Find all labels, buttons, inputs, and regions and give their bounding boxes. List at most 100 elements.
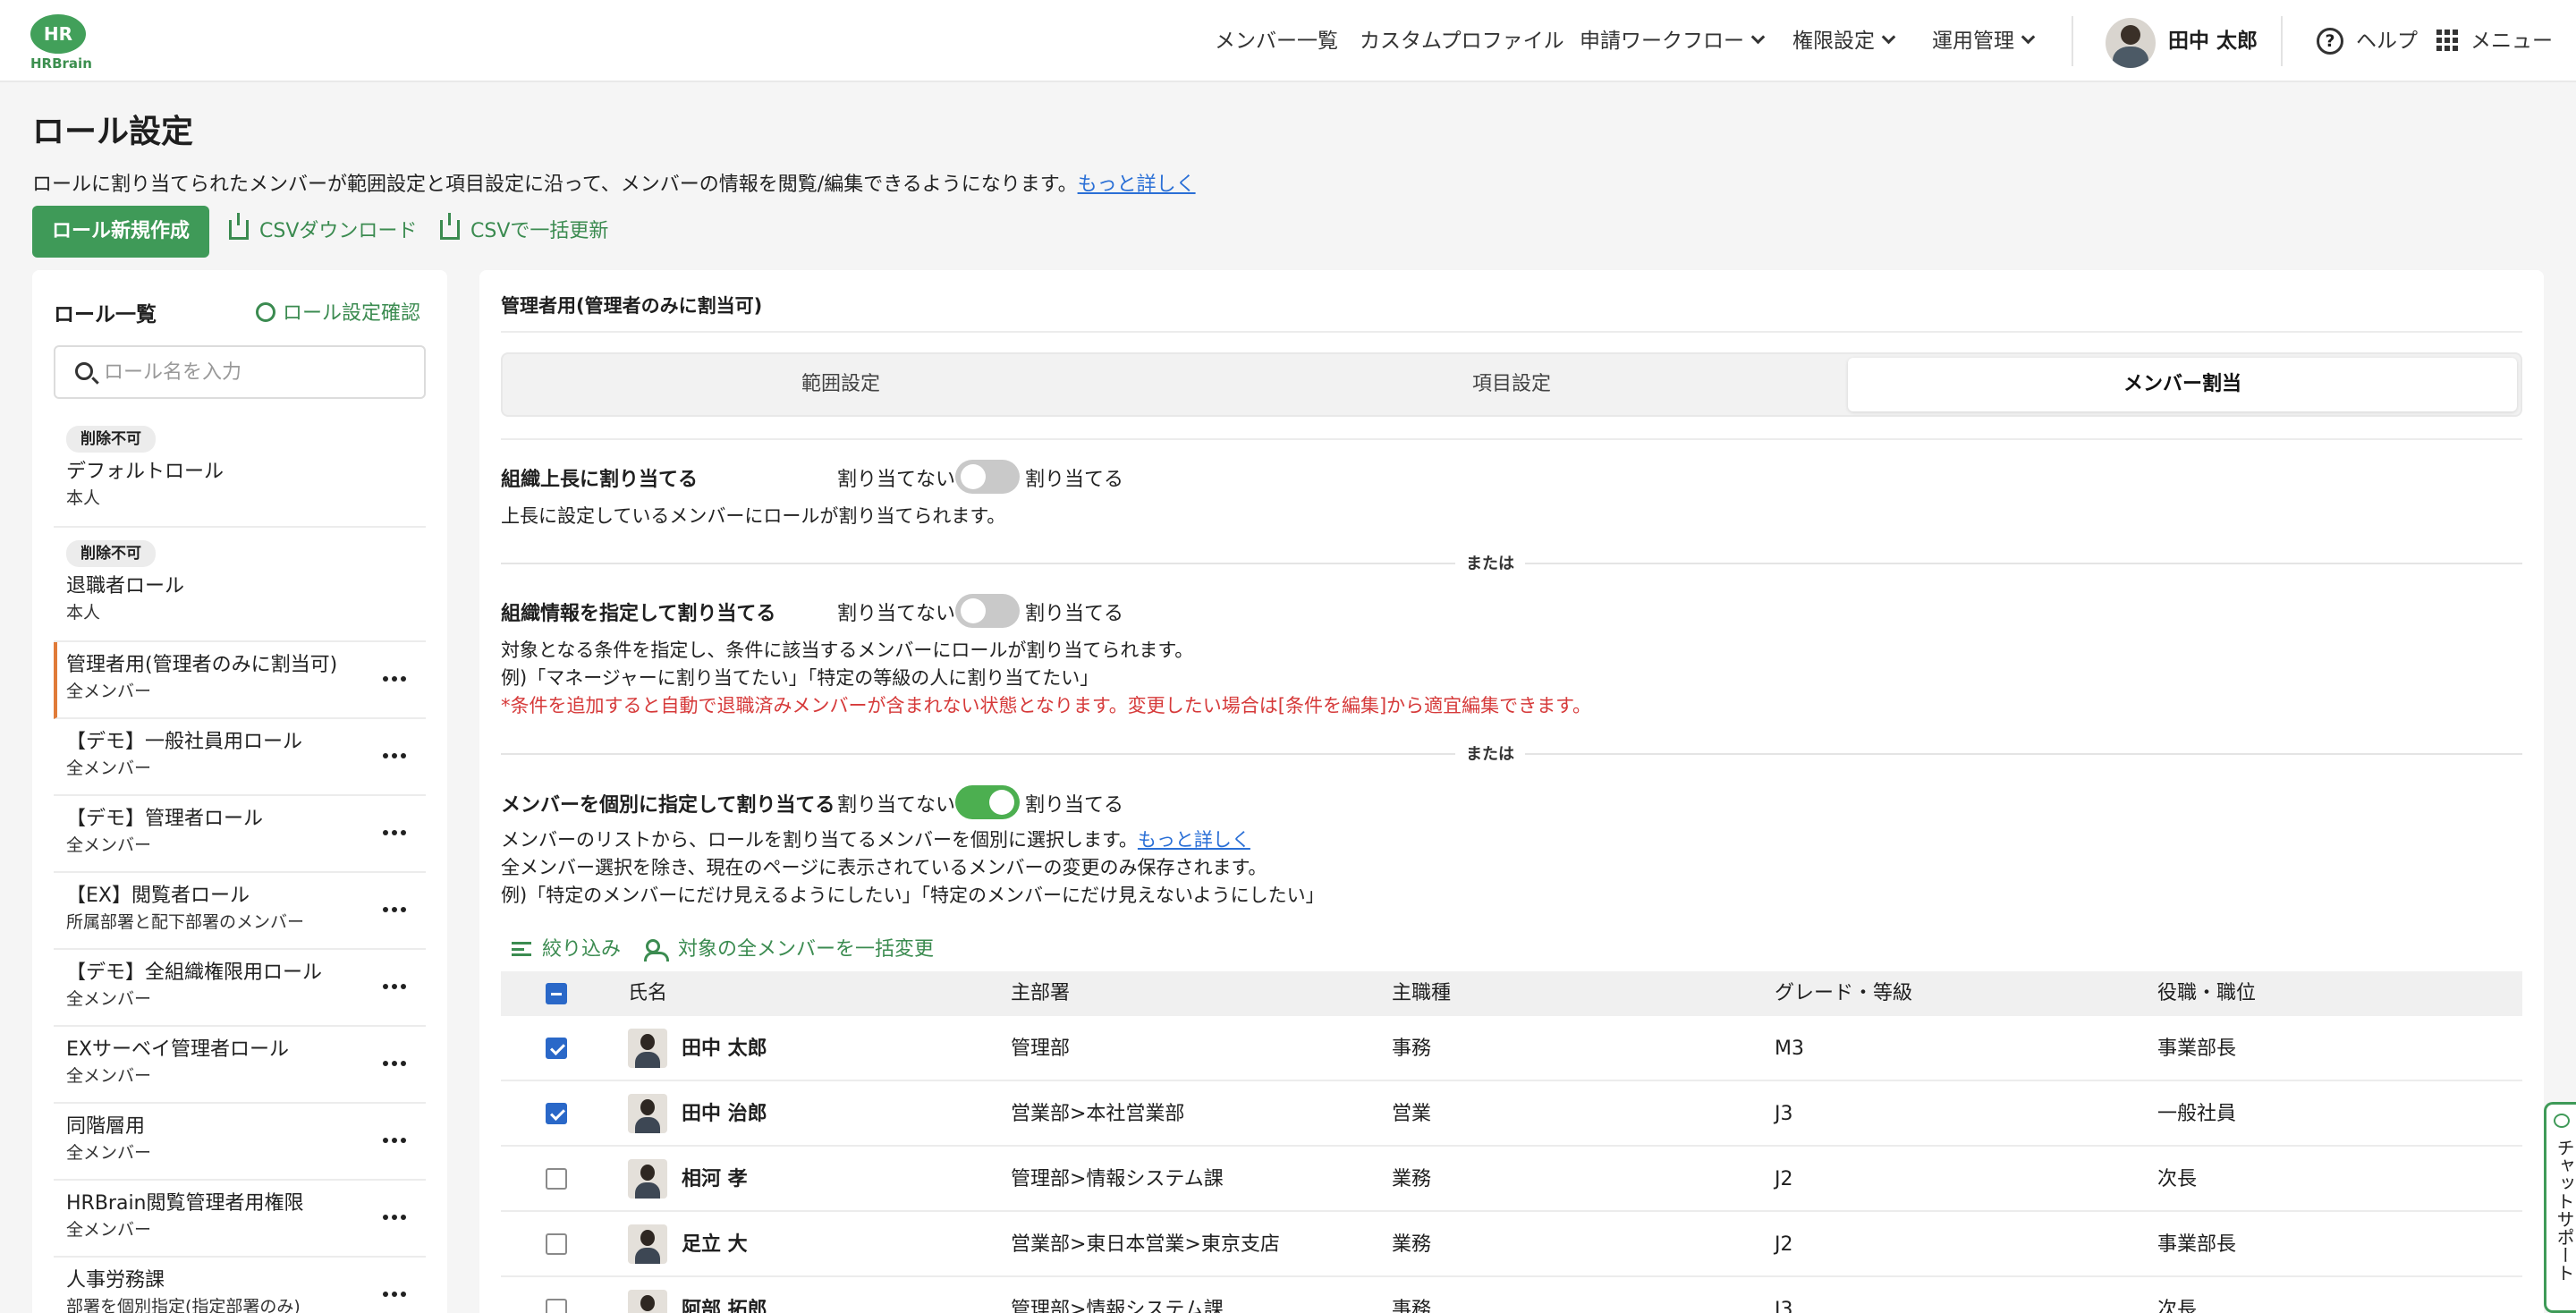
top-header: HR HRBrain メンバー一覧 カスタムプロファイル 申請ワークフロー 権限… [0, 0, 2576, 82]
assign-individually-toggle[interactable] [955, 785, 1020, 819]
user-avatar[interactable] [2106, 18, 2156, 68]
tab-field-settings[interactable]: 項目設定 [1177, 358, 1846, 411]
more-options-icon[interactable] [383, 1215, 406, 1220]
role-item[interactable]: 【デモ】全組織権限用ロール 全メンバー [54, 950, 426, 1027]
assign-to-manager-desc: 上長に設定しているメンバーにロールが割り当てられます。 [501, 505, 1006, 527]
chevron-down-icon [2021, 30, 2036, 45]
role-scope: 本人 [66, 488, 101, 508]
header-divider [2281, 16, 2283, 66]
role-item[interactable]: HRBrain閲覧管理者用権限 全メンバー [54, 1181, 426, 1258]
role-item[interactable]: 同階層用 全メンバー [54, 1104, 426, 1181]
role-item[interactable]: 人事労務課 部署を個別指定(指定部署のみ) [54, 1258, 426, 1313]
users-icon [644, 939, 669, 961]
csv-download-button[interactable]: CSVダウンロード [229, 206, 417, 258]
role-name: 退職者ロール [66, 575, 185, 597]
nav-custom-profile[interactable]: カスタムプロファイル [1360, 0, 1564, 82]
member-grade: M3 [1775, 1038, 1804, 1060]
more-options-icon[interactable] [383, 830, 406, 835]
assign-to-manager-toggle[interactable] [955, 460, 1020, 494]
hrbrain-logo[interactable]: HR HRBrain [30, 14, 92, 72]
role-item[interactable]: EXサーベイ管理者ロール 全メンバー [54, 1027, 426, 1104]
column-header-name: 氏名 [628, 982, 668, 1004]
role-search[interactable] [54, 345, 426, 399]
role-item[interactable]: 削除不可 デフォルトロール 本人 [54, 413, 426, 528]
role-name: 同階層用 [66, 1115, 146, 1138]
role-name: EXサーベイ管理者ロール [66, 1038, 289, 1061]
member-grade: J3 [1775, 1299, 1793, 1313]
chat-support-button[interactable]: チャットサポート [2544, 1102, 2576, 1313]
csv-download-label: CSVダウンロード [259, 220, 418, 242]
nav-member-list[interactable]: メンバー一覧 [1215, 0, 1338, 82]
more-options-icon[interactable] [383, 1138, 406, 1143]
tab-member-assignment[interactable]: メンバー割当 [1848, 358, 2517, 411]
nav-operation-label: 運用管理 [1932, 30, 2014, 53]
filter-button[interactable]: 絞り込み [512, 932, 621, 968]
more-options-icon[interactable] [383, 907, 406, 912]
table-row[interactable]: 田中 治郎 営業部>本社営業部 営業 J3 一般社員 [501, 1081, 2522, 1147]
member-name: 足立 大 [682, 1233, 748, 1256]
help-icon[interactable]: ? [2317, 28, 2343, 55]
role-item-selected[interactable]: 管理者用(管理者のみに割当可) 全メンバー [54, 642, 426, 719]
member-position: 一般社員 [2157, 1103, 2237, 1125]
select-all-checkbox[interactable] [546, 983, 567, 1004]
table-row[interactable]: 相河 孝 管理部>情報システム課 業務 J2 次長 [501, 1147, 2522, 1212]
undeletable-badge: 削除不可 [66, 540, 156, 567]
assign-by-org-warning: *条件を追加すると自動で退職済みメンバーが含まれない状態となります。変更したい場… [501, 695, 1592, 716]
assign-by-org-toggle[interactable] [955, 594, 1020, 628]
undeletable-badge: 削除不可 [66, 426, 156, 453]
role-settings-confirm-label: ロール設定確認 [282, 302, 420, 325]
user-name[interactable]: 田中 太郎 [2168, 0, 2258, 82]
bulk-change-label: 対象の全メンバーを一括変更 [678, 938, 935, 961]
member-job-type: 事務 [1392, 1038, 1432, 1060]
member-department: 管理部>情報システム課 [1011, 1299, 1224, 1313]
table-row[interactable]: 阿部 拓郎 管理部>情報システム課 事務 J3 次長 [501, 1277, 2522, 1313]
menu-grid-icon[interactable] [2436, 30, 2458, 51]
or-label: または [1455, 741, 1525, 765]
more-details-link[interactable]: もっと詳しく [1138, 829, 1250, 851]
member-department: 管理部 [1011, 1038, 1071, 1060]
more-options-icon[interactable] [383, 984, 406, 989]
role-item[interactable]: 【デモ】管理者ロール 全メンバー [54, 796, 426, 873]
table-row[interactable]: 足立 大 営業部>東日本営業>東京支店 業務 J2 事業部長 [501, 1212, 2522, 1277]
nav-permission[interactable]: 権限設定 [1792, 0, 1896, 82]
more-options-icon[interactable] [383, 1292, 406, 1297]
create-role-button[interactable]: ロール新規作成 [32, 206, 209, 258]
role-name: HRBrain閲覧管理者用権限 [66, 1192, 304, 1215]
more-options-icon[interactable] [383, 753, 406, 758]
role-settings-confirm-link[interactable]: ロール設定確認 [255, 297, 420, 326]
csv-bulk-update-button[interactable]: CSVで一括更新 [440, 206, 608, 258]
help-link[interactable]: ヘルプ [2356, 0, 2418, 82]
role-item[interactable]: 【デモ】一般社員用ロール 全メンバー [54, 719, 426, 796]
settings-tabs: 範囲設定 項目設定 メンバー割当 [501, 352, 2522, 417]
row-checkbox[interactable] [546, 1233, 567, 1255]
role-scope: 全メンバー [66, 758, 152, 778]
page-description: ロールに割り当てられたメンバーが範囲設定と項目設定に沿って、メンバーの情報を閲覧… [32, 168, 1196, 197]
toggle-off-label: 割り当てない [837, 603, 956, 625]
toggle-on-label: 割り当てる [1025, 603, 1124, 625]
row-checkbox[interactable] [546, 1038, 567, 1059]
member-position: 次長 [2157, 1168, 2198, 1190]
filter-label: 絞り込み [542, 938, 622, 961]
more-options-icon[interactable] [383, 676, 406, 682]
table-row[interactable]: 田中 太郎 管理部 事務 M3 事業部長 [501, 1016, 2522, 1081]
nav-workflow[interactable]: 申請ワークフロー [1580, 0, 1766, 82]
more-details-link[interactable]: もっと詳しく [1078, 174, 1196, 196]
row-checkbox[interactable] [546, 1299, 567, 1313]
menu-link[interactable]: メニュー [2470, 0, 2553, 82]
role-item[interactable]: 【EX】閲覧者ロール 所属部署と配下部署のメンバー [54, 873, 426, 950]
bulk-change-button[interactable]: 対象の全メンバーを一括変更 [644, 932, 934, 968]
table-header: 氏名 主部署 主職種 グレード・等級 役職・職位 [501, 971, 2522, 1016]
row-checkbox[interactable] [546, 1168, 567, 1190]
selected-role-title: 管理者用(管理者のみに割当可) [501, 295, 763, 317]
role-scope: 全メンバー [66, 682, 152, 701]
nav-operation[interactable]: 運用管理 [1932, 0, 2036, 82]
more-options-icon[interactable] [383, 1061, 406, 1066]
role-search-input[interactable] [104, 347, 417, 397]
role-item[interactable]: 削除不可 退職者ロール 本人 [54, 528, 426, 642]
role-name: 管理者用(管理者のみに割当可) [66, 654, 338, 676]
assign-individually-desc: メンバーのリストから、ロールを割り当てるメンバーを個別に選択します。もっと詳しく… [501, 826, 1325, 910]
assign-individually-desc-line3: 例)「特定のメンバーにだけ見えるようにしたい」「特定のメンバーにだけ見えないよう… [501, 885, 1325, 906]
row-checkbox[interactable] [546, 1103, 567, 1124]
tab-scope-settings[interactable]: 範囲設定 [506, 358, 1175, 411]
toggle-off-label: 割り当てない [837, 794, 956, 817]
